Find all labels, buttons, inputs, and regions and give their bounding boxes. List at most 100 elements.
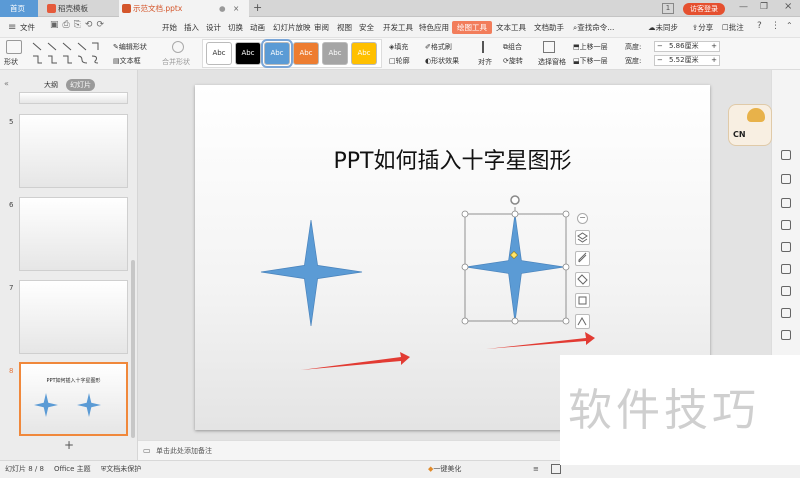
protect-status[interactable]: ⛨文档未保护 [101, 464, 141, 475]
outline-button[interactable]: □轮廓 [389, 56, 410, 66]
rotate-handle[interactable] [510, 195, 520, 205]
alt-text-icon[interactable] [575, 314, 590, 329]
sidebar-media-icon[interactable] [781, 264, 791, 274]
style-black[interactable]: Abc [235, 42, 261, 65]
height-minus-icon[interactable]: − [657, 42, 663, 51]
comment-button[interactable]: ☐批注 [722, 21, 744, 34]
more-icon[interactable]: ⋮ [771, 21, 780, 31]
panel-scrollbar[interactable] [131, 260, 135, 438]
title-tab-bar: 首页 稻壳模板 示范文档.pptx ● × + 1 访客登录 — ❐ × [0, 0, 800, 17]
shape-gallery[interactable] [30, 41, 106, 67]
menu-special[interactable]: 特色应用 [417, 21, 451, 34]
minus-icon[interactable]: − [577, 213, 588, 224]
slide-thumbnail-7[interactable] [19, 280, 128, 354]
help-icon[interactable]: ? [757, 21, 762, 31]
style-white[interactable]: Abc [206, 42, 232, 65]
sync-button[interactable]: ☁未同步 [648, 21, 678, 34]
slide-thumbnail-5[interactable] [19, 114, 128, 188]
menu-insert[interactable]: 插入 [182, 21, 201, 34]
slide-number: 7 [9, 284, 14, 292]
sidebar-shape-icon[interactable] [781, 150, 791, 160]
height-plus-icon[interactable]: + [711, 42, 717, 51]
restore-icon[interactable]: ❐ [760, 2, 768, 12]
rotate-button[interactable]: ⟳旋转 [503, 56, 523, 66]
shape-icon[interactable] [6, 40, 22, 54]
group-button[interactable]: ⧉组合 [503, 42, 522, 52]
tab-home-label: 首页 [10, 4, 25, 13]
sidebar-sound-icon[interactable] [781, 330, 791, 340]
style-blue[interactable]: Abc [261, 39, 293, 68]
sidebar-layout-icon[interactable] [781, 286, 791, 296]
shape-effect-button[interactable]: ◐形状效果 [425, 56, 459, 66]
tab-document[interactable]: 示范文档.pptx ● × [119, 0, 249, 17]
merge-shape-button[interactable]: 合并形状 [162, 57, 190, 67]
width-plus-icon[interactable]: + [711, 56, 717, 65]
style-orange[interactable]: Abc [293, 42, 319, 65]
beautify-button[interactable]: ◆一键美化 [428, 464, 461, 475]
normal-view-icon[interactable] [551, 464, 561, 474]
width-input[interactable]: −5.52厘米 + [654, 55, 720, 66]
menu-developer[interactable]: 开发工具 [381, 21, 415, 34]
minimize-icon[interactable]: — [739, 2, 748, 12]
share-label: 分享 [698, 23, 714, 32]
slide-thumbnail-8[interactable]: PPT如何插入十字星图形 [19, 362, 128, 436]
quick-access-icons[interactable]: ▣⎙⎘⟲⟳ [50, 20, 108, 30]
edit-shape-button[interactable]: ✎编辑形状 [113, 42, 147, 52]
select-pane-button[interactable]: 选择窗格 [538, 57, 566, 67]
height-input[interactable]: −5.86厘米 + [654, 41, 720, 52]
style-gray[interactable]: Abc [322, 42, 348, 65]
menu-review[interactable]: 审阅 [312, 21, 331, 34]
frame-icon[interactable] [575, 293, 590, 308]
pen-icon[interactable] [575, 251, 590, 266]
fill-icon[interactable] [575, 272, 590, 287]
width-minus-icon[interactable]: − [657, 56, 663, 65]
tab-outline[interactable]: 大纲 [44, 80, 58, 90]
format-brush-button[interactable]: ✐格式刷 [425, 42, 452, 52]
hamburger-icon[interactable]: ≡ [8, 22, 16, 33]
sidebar-chart-icon[interactable] [781, 220, 791, 230]
close-tab-icon[interactable]: × [233, 0, 239, 17]
menu-file[interactable]: 文件 [18, 21, 37, 34]
tab-slides[interactable]: 幻灯片 [66, 79, 95, 91]
menu-drawing-tools[interactable]: 绘图工具 [452, 21, 492, 34]
command-search[interactable]: ⌕查找命令... [573, 21, 614, 34]
sidebar-animation-icon[interactable] [781, 308, 791, 318]
menu-security[interactable]: 安全 [357, 21, 376, 34]
menu-view[interactable]: 视图 [335, 21, 354, 34]
share-button[interactable]: ⇪分享 [692, 21, 713, 34]
collapse-panel-icon[interactable]: « [4, 79, 9, 88]
menu-text-tools[interactable]: 文本工具 [494, 21, 528, 34]
notes-toggle-icon[interactable]: ≡ [533, 464, 539, 475]
add-slide-button[interactable]: + [64, 439, 74, 451]
mascot-text: CN [733, 130, 746, 139]
shape-button[interactable]: 形状 [4, 57, 18, 67]
menu-start[interactable]: 开始 [160, 21, 179, 34]
menu-transition[interactable]: 切换 [226, 21, 245, 34]
menu-slideshow[interactable]: 幻灯片放映 [271, 21, 313, 34]
layers-icon[interactable] [575, 230, 590, 245]
textbox-button[interactable]: ▤文本框 [113, 56, 141, 66]
slide-thumbnail-6[interactable] [19, 197, 128, 271]
new-tab-icon[interactable]: + [253, 1, 262, 14]
bring-forward-button[interactable]: ⬒上移一层 [573, 42, 608, 52]
mascot-widget[interactable]: CN [728, 104, 772, 146]
four-point-star-left[interactable] [260, 219, 363, 327]
tab-docer[interactable]: 稻壳模板 [44, 0, 114, 17]
collapse-ribbon-icon[interactable]: ⌃ [786, 21, 793, 30]
menu-animation[interactable]: 动画 [248, 21, 267, 34]
fill-button[interactable]: ◈填充 [389, 42, 408, 52]
textbox-label: 文本框 [119, 57, 141, 65]
send-backward-button[interactable]: ⬓下移一层 [573, 56, 608, 66]
close-window-icon[interactable]: × [784, 1, 792, 12]
menu-doc-assistant[interactable]: 文档助手 [532, 21, 566, 34]
align-button[interactable]: 对齐 [478, 57, 492, 67]
tab-home[interactable]: 首页 [0, 0, 38, 17]
slide-thumbnail-4-partial[interactable] [19, 92, 128, 104]
four-point-star-selected[interactable] [465, 213, 565, 323]
sidebar-image-icon[interactable] [781, 198, 791, 208]
style-gold[interactable]: Abc [351, 42, 377, 65]
menu-design[interactable]: 设计 [204, 21, 223, 34]
sidebar-table-icon[interactable] [781, 174, 791, 184]
login-button[interactable]: 访客登录 [683, 3, 725, 15]
sidebar-text-icon[interactable] [781, 242, 791, 252]
